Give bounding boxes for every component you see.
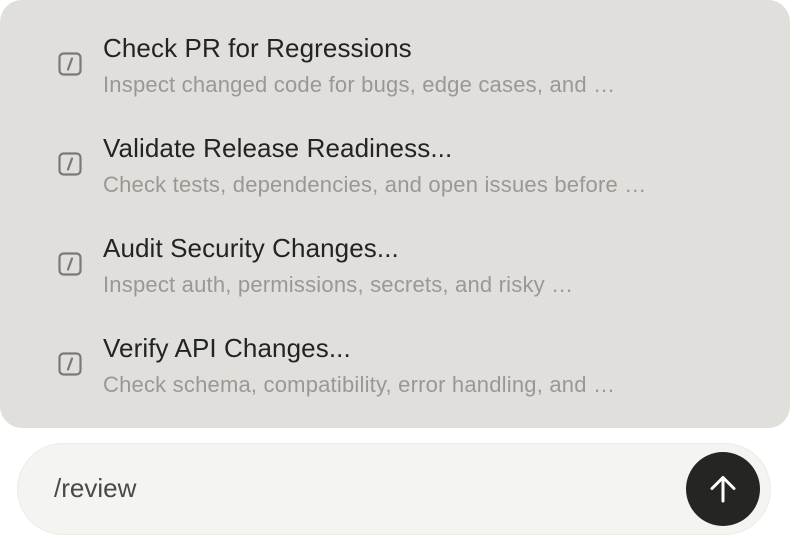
command-description: Inspect auth, permissions, secrets, and …	[103, 272, 574, 297]
slash-command-icon	[58, 152, 82, 176]
command-title: Audit Security Changes...	[103, 233, 399, 263]
command-item-audit-security[interactable]: Audit Security Changes... Inspect auth, …	[0, 200, 790, 300]
command-item-verify-api[interactable]: Verify API Changes... Check schema, comp…	[0, 300, 790, 400]
command-title: Check PR for Regressions	[103, 33, 412, 63]
slash-command-icon	[58, 252, 82, 276]
message-input[interactable]: /review	[18, 444, 770, 534]
slash-command-icon	[58, 52, 82, 76]
command-title: Validate Release Readiness...	[103, 133, 453, 163]
command-item-check-pr-regressions[interactable]: Check PR for Regressions Inspect changed…	[0, 0, 790, 100]
command-title: Verify API Changes...	[103, 333, 351, 363]
slash-command-icon	[58, 352, 82, 376]
command-description: Check tests, dependencies, and open issu…	[103, 172, 647, 197]
command-description: Inspect changed code for bugs, edge case…	[103, 72, 616, 97]
message-input-value: /review	[54, 473, 137, 503]
arrow-up-icon	[710, 476, 736, 503]
send-button[interactable]	[686, 452, 760, 526]
slash-command-menu: Check PR for Regressions Inspect changed…	[0, 0, 790, 428]
command-description: Check schema, compatibility, error handl…	[103, 372, 616, 397]
command-item-validate-release[interactable]: Validate Release Readiness... Check test…	[0, 100, 790, 200]
